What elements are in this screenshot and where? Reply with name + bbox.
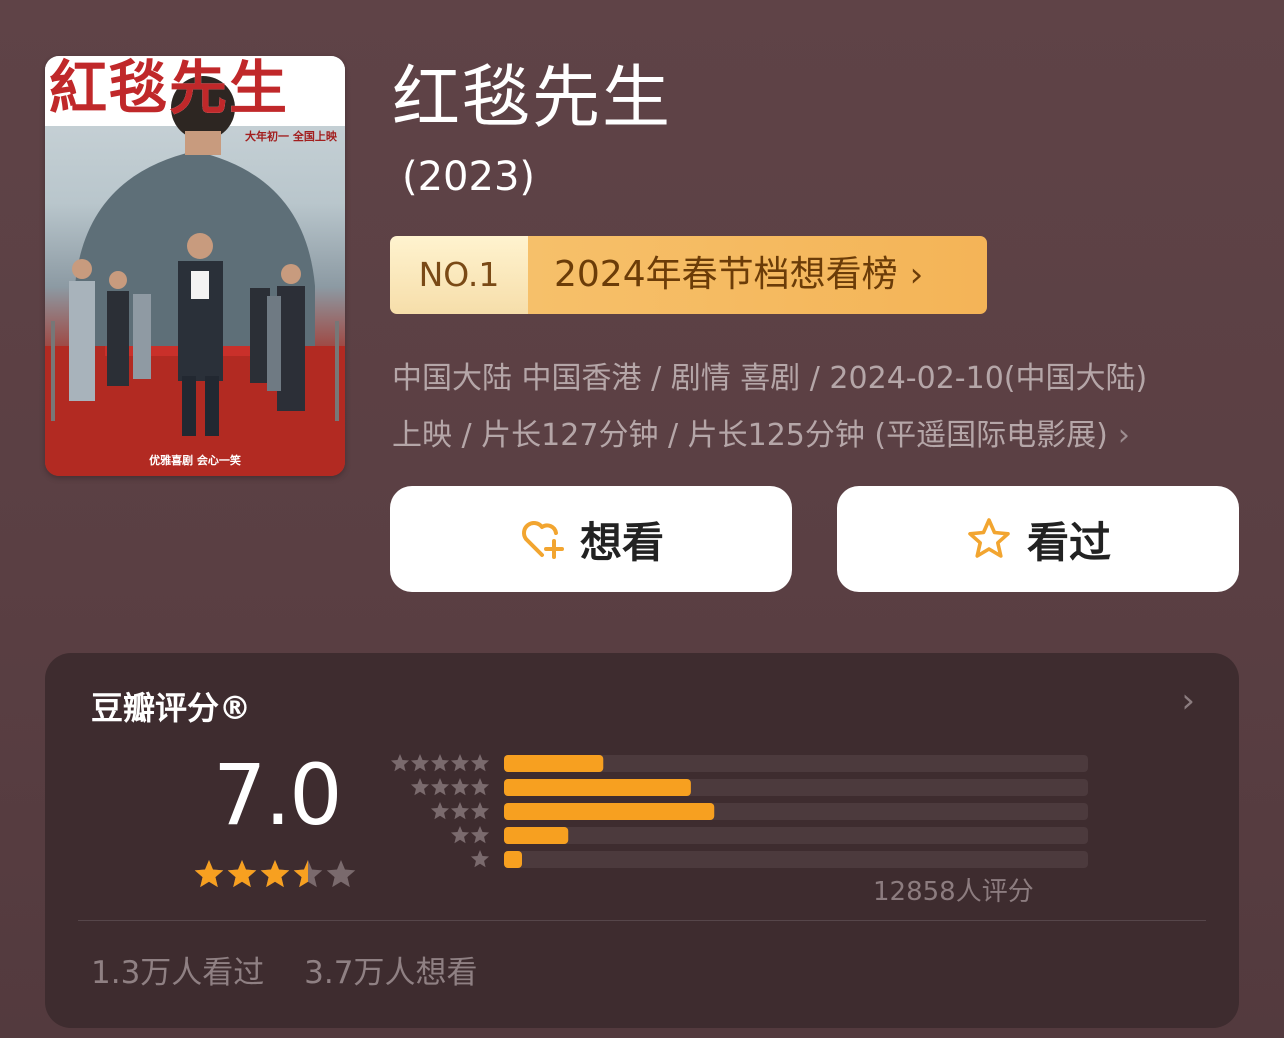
- watched-button[interactable]: 看过: [837, 486, 1239, 592]
- distribution-star-icon: [430, 802, 450, 820]
- movie-year: (2023): [402, 154, 536, 200]
- distribution-star-icon: [430, 754, 450, 772]
- poster-footer: 优雅喜剧 会心一笑: [149, 454, 241, 467]
- movie-title: 红毯先生: [392, 59, 673, 138]
- distribution-track: [504, 827, 1088, 844]
- distribution-bar: [504, 755, 604, 772]
- ranking-list: 2024年春节档想看榜 ›: [528, 236, 987, 314]
- chevron-right-icon[interactable]: ›: [1181, 681, 1195, 721]
- distribution-bar: [504, 827, 569, 844]
- distribution-bar: [504, 803, 715, 820]
- ranking-list-label: 2024年春节档想看榜: [554, 254, 898, 295]
- distribution-track: [504, 851, 1088, 868]
- watched-count[interactable]: 1.3万人看过: [91, 955, 264, 991]
- distribution-star-icon: [470, 754, 490, 772]
- star-icon: [326, 860, 356, 888]
- distribution-star-icon: [410, 754, 430, 772]
- divider: [78, 920, 1206, 921]
- chevron-right-icon: ›: [909, 255, 924, 295]
- star-outline-icon: [968, 518, 1010, 558]
- rating-title: 豆瓣评分®: [91, 689, 252, 727]
- distribution-star-icon: [470, 826, 490, 844]
- distribution-star-icon: [450, 778, 470, 796]
- poster-title: 紅毯先生: [49, 56, 290, 120]
- want-count[interactable]: 3.7万人想看: [304, 955, 477, 991]
- watched-label: 看过: [1026, 517, 1111, 567]
- distribution-star-icon: [390, 754, 410, 772]
- rating-score: 7.0: [213, 746, 343, 844]
- chevron-right-icon: ›: [1117, 418, 1130, 453]
- poster-tagline: 大年初一 全国上映: [245, 130, 337, 143]
- distribution-star-icon: [470, 850, 490, 868]
- distribution-star-icon: [430, 778, 450, 796]
- rating-distribution: [390, 754, 1088, 868]
- movie-meta[interactable]: 中国大陆 中国香港 / 剧情 喜剧 / 2024-02-10(中国大陆) 上映 …: [392, 350, 1252, 464]
- meta-line-2: 上映 / 片长127分钟 / 片长125分钟 (平遥国际电影展): [392, 418, 1108, 453]
- distribution-star-icon: [450, 826, 470, 844]
- ranking-number: NO.1: [390, 236, 528, 314]
- ranking-badge[interactable]: NO.1 2024年春节档想看榜 ›: [390, 236, 987, 314]
- movie-poster[interactable]: 紅毯先生 大年初一 全国上映 优雅喜剧 会心一笑: [45, 56, 345, 476]
- meta-line-2-wrap: 上映 / 片长127分钟 / 片长125分钟 (平遥国际电影展) ›: [392, 407, 1252, 464]
- meta-line-1: 中国大陆 中国香港 / 剧情 喜剧 / 2024-02-10(中国大陆): [392, 361, 1148, 396]
- want-to-watch-button[interactable]: 想看: [390, 486, 792, 592]
- rating-card[interactable]: 豆瓣评分® › 7.0 12858人评分 1.3万人看过 3.7万人想看: [45, 653, 1239, 1028]
- star-filled-icon: [260, 860, 290, 888]
- distribution-bar: [504, 851, 522, 868]
- star-filled-icon: [194, 860, 224, 888]
- distribution-star-icon: [410, 778, 430, 796]
- distribution-star-icon: [470, 778, 490, 796]
- heart-plus-icon: [522, 521, 564, 559]
- distribution-star-icon: [450, 802, 470, 820]
- rating-count: 12858人评分: [873, 877, 1034, 907]
- distribution-star-icon: [470, 802, 490, 820]
- star-filled-icon: [227, 860, 257, 888]
- want-to-watch-label: 想看: [579, 517, 664, 567]
- rating-stars: [194, 860, 356, 888]
- distribution-bar: [504, 779, 691, 796]
- rating-footer: 1.3万人看过 3.7万人想看: [91, 947, 477, 992]
- distribution-star-icon: [450, 754, 470, 772]
